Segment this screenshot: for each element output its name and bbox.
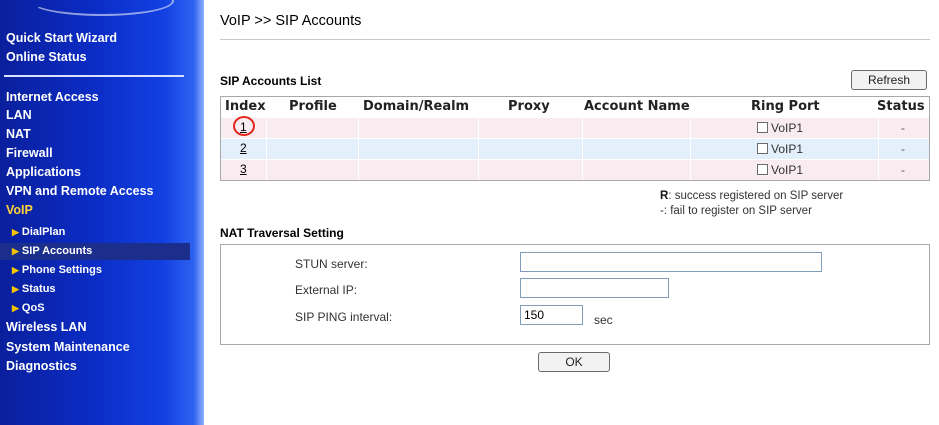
ring-port-label: VoIP1 <box>771 121 804 135</box>
external-ip-label: External IP: <box>295 283 358 297</box>
ring-port-checkbox[interactable] <box>757 164 768 175</box>
column-header-index: Index <box>225 99 266 114</box>
sidebar-item-diagnostics[interactable]: Diagnostics <box>6 359 77 373</box>
nat-traversal-title: NAT Traversal Setting <box>220 226 344 240</box>
sip-ping-interval-label: SIP PING interval: <box>295 310 393 324</box>
swirl-decoration <box>30 0 174 16</box>
triangle-right-icon: ▶ <box>12 284 19 294</box>
ring-port-checkbox[interactable] <box>757 143 768 154</box>
triangle-right-icon: ▶ <box>12 227 19 237</box>
main-content: VoIP >> SIP Accounts SIP Accounts List R… <box>220 0 932 425</box>
sidebar-item-internet-access[interactable]: Internet Access <box>6 90 99 104</box>
sidebar-item-applications[interactable]: Applications <box>6 165 81 179</box>
sidebar-subitem-sip-accounts[interactable]: ▶ SIP Accounts <box>0 243 190 260</box>
ring-port-checkbox[interactable] <box>757 122 768 133</box>
sidebar-item-voip[interactable]: VoIP <box>6 203 33 217</box>
stun-server-label: STUN server: <box>295 257 368 271</box>
sidebar-subitem-dialplan[interactable]: ▶ DialPlan <box>12 226 65 238</box>
index-link[interactable]: 3 <box>240 162 247 176</box>
title-divider <box>220 39 930 40</box>
column-header-ring-port: Ring Port <box>751 99 820 114</box>
sidebar-subitem-label: QoS <box>21 302 45 314</box>
sidebar-item-quick-start-wizard[interactable]: Quick Start Wizard <box>6 31 117 45</box>
stun-server-input[interactable] <box>520 252 822 272</box>
sidebar-item-wireless-lan[interactable]: Wireless LAN <box>6 320 86 334</box>
triangle-right-icon: ▶ <box>12 303 19 313</box>
triangle-right-icon: ▶ <box>12 246 19 256</box>
page-title: VoIP >> SIP Accounts <box>220 13 362 29</box>
sip-ping-interval-unit: sec <box>594 313 613 327</box>
column-header-proxy: Proxy <box>508 99 550 114</box>
table-header: Index Profile Domain/Realm Proxy Account… <box>221 97 929 117</box>
sidebar-subitem-phone-settings[interactable]: ▶ Phone Settings <box>12 264 102 276</box>
nat-traversal-panel: STUN server: External IP: SIP PING inter… <box>220 244 930 345</box>
column-header-account-name: Account Name <box>584 99 690 114</box>
status-value: - <box>901 121 905 135</box>
column-header-status: Status <box>877 99 925 114</box>
column-header-domain-realm: Domain/Realm <box>363 99 470 114</box>
legend-r-text: : success registered on SIP server <box>668 190 844 202</box>
status-value: - <box>901 163 905 177</box>
sidebar-subitem-status[interactable]: ▶ Status <box>12 283 56 295</box>
refresh-button[interactable]: Refresh <box>851 70 927 90</box>
sidebar-item-vpn-remote-access[interactable]: VPN and Remote Access <box>6 184 154 198</box>
ring-port-label: VoIP1 <box>771 163 804 177</box>
legend-fail: -: fail to register on SIP server <box>660 205 812 217</box>
external-ip-input[interactable] <box>520 278 669 298</box>
table-row: 3 VoIP1 - <box>221 159 929 180</box>
sip-accounts-list-title: SIP Accounts List <box>220 74 322 88</box>
sidebar: Quick Start Wizard Online Status Interne… <box>0 0 204 425</box>
sidebar-subitem-label: DialPlan <box>21 226 66 238</box>
sidebar-item-online-status[interactable]: Online Status <box>6 50 87 64</box>
sidebar-item-system-maintenance[interactable]: System Maintenance <box>6 340 130 354</box>
table-row: 1 VoIP1 - <box>221 116 929 138</box>
sidebar-subitem-label: Phone Settings <box>21 264 102 276</box>
status-value: - <box>901 142 905 156</box>
sidebar-item-firewall[interactable]: Firewall <box>6 146 53 160</box>
sidebar-divider <box>4 75 184 77</box>
sip-ping-interval-input[interactable] <box>520 305 583 325</box>
highlight-circle <box>233 116 255 136</box>
sidebar-subitem-label: Status <box>21 283 56 295</box>
table-row: 2 VoIP1 - <box>221 138 929 159</box>
column-header-profile: Profile <box>289 99 337 114</box>
sidebar-subitem-qos[interactable]: ▶ QoS <box>12 302 45 314</box>
ok-button[interactable]: OK <box>538 352 610 372</box>
ring-port-label: VoIP1 <box>771 142 804 156</box>
sidebar-item-nat[interactable]: NAT <box>6 127 31 141</box>
index-link[interactable]: 2 <box>240 141 247 155</box>
legend-registered: R: success registered on SIP server <box>660 190 843 202</box>
triangle-right-icon: ▶ <box>12 265 19 275</box>
sip-accounts-table: Index Profile Domain/Realm Proxy Account… <box>220 96 930 181</box>
sidebar-item-lan[interactable]: LAN <box>6 108 32 122</box>
sidebar-subitem-label: SIP Accounts <box>21 245 93 257</box>
